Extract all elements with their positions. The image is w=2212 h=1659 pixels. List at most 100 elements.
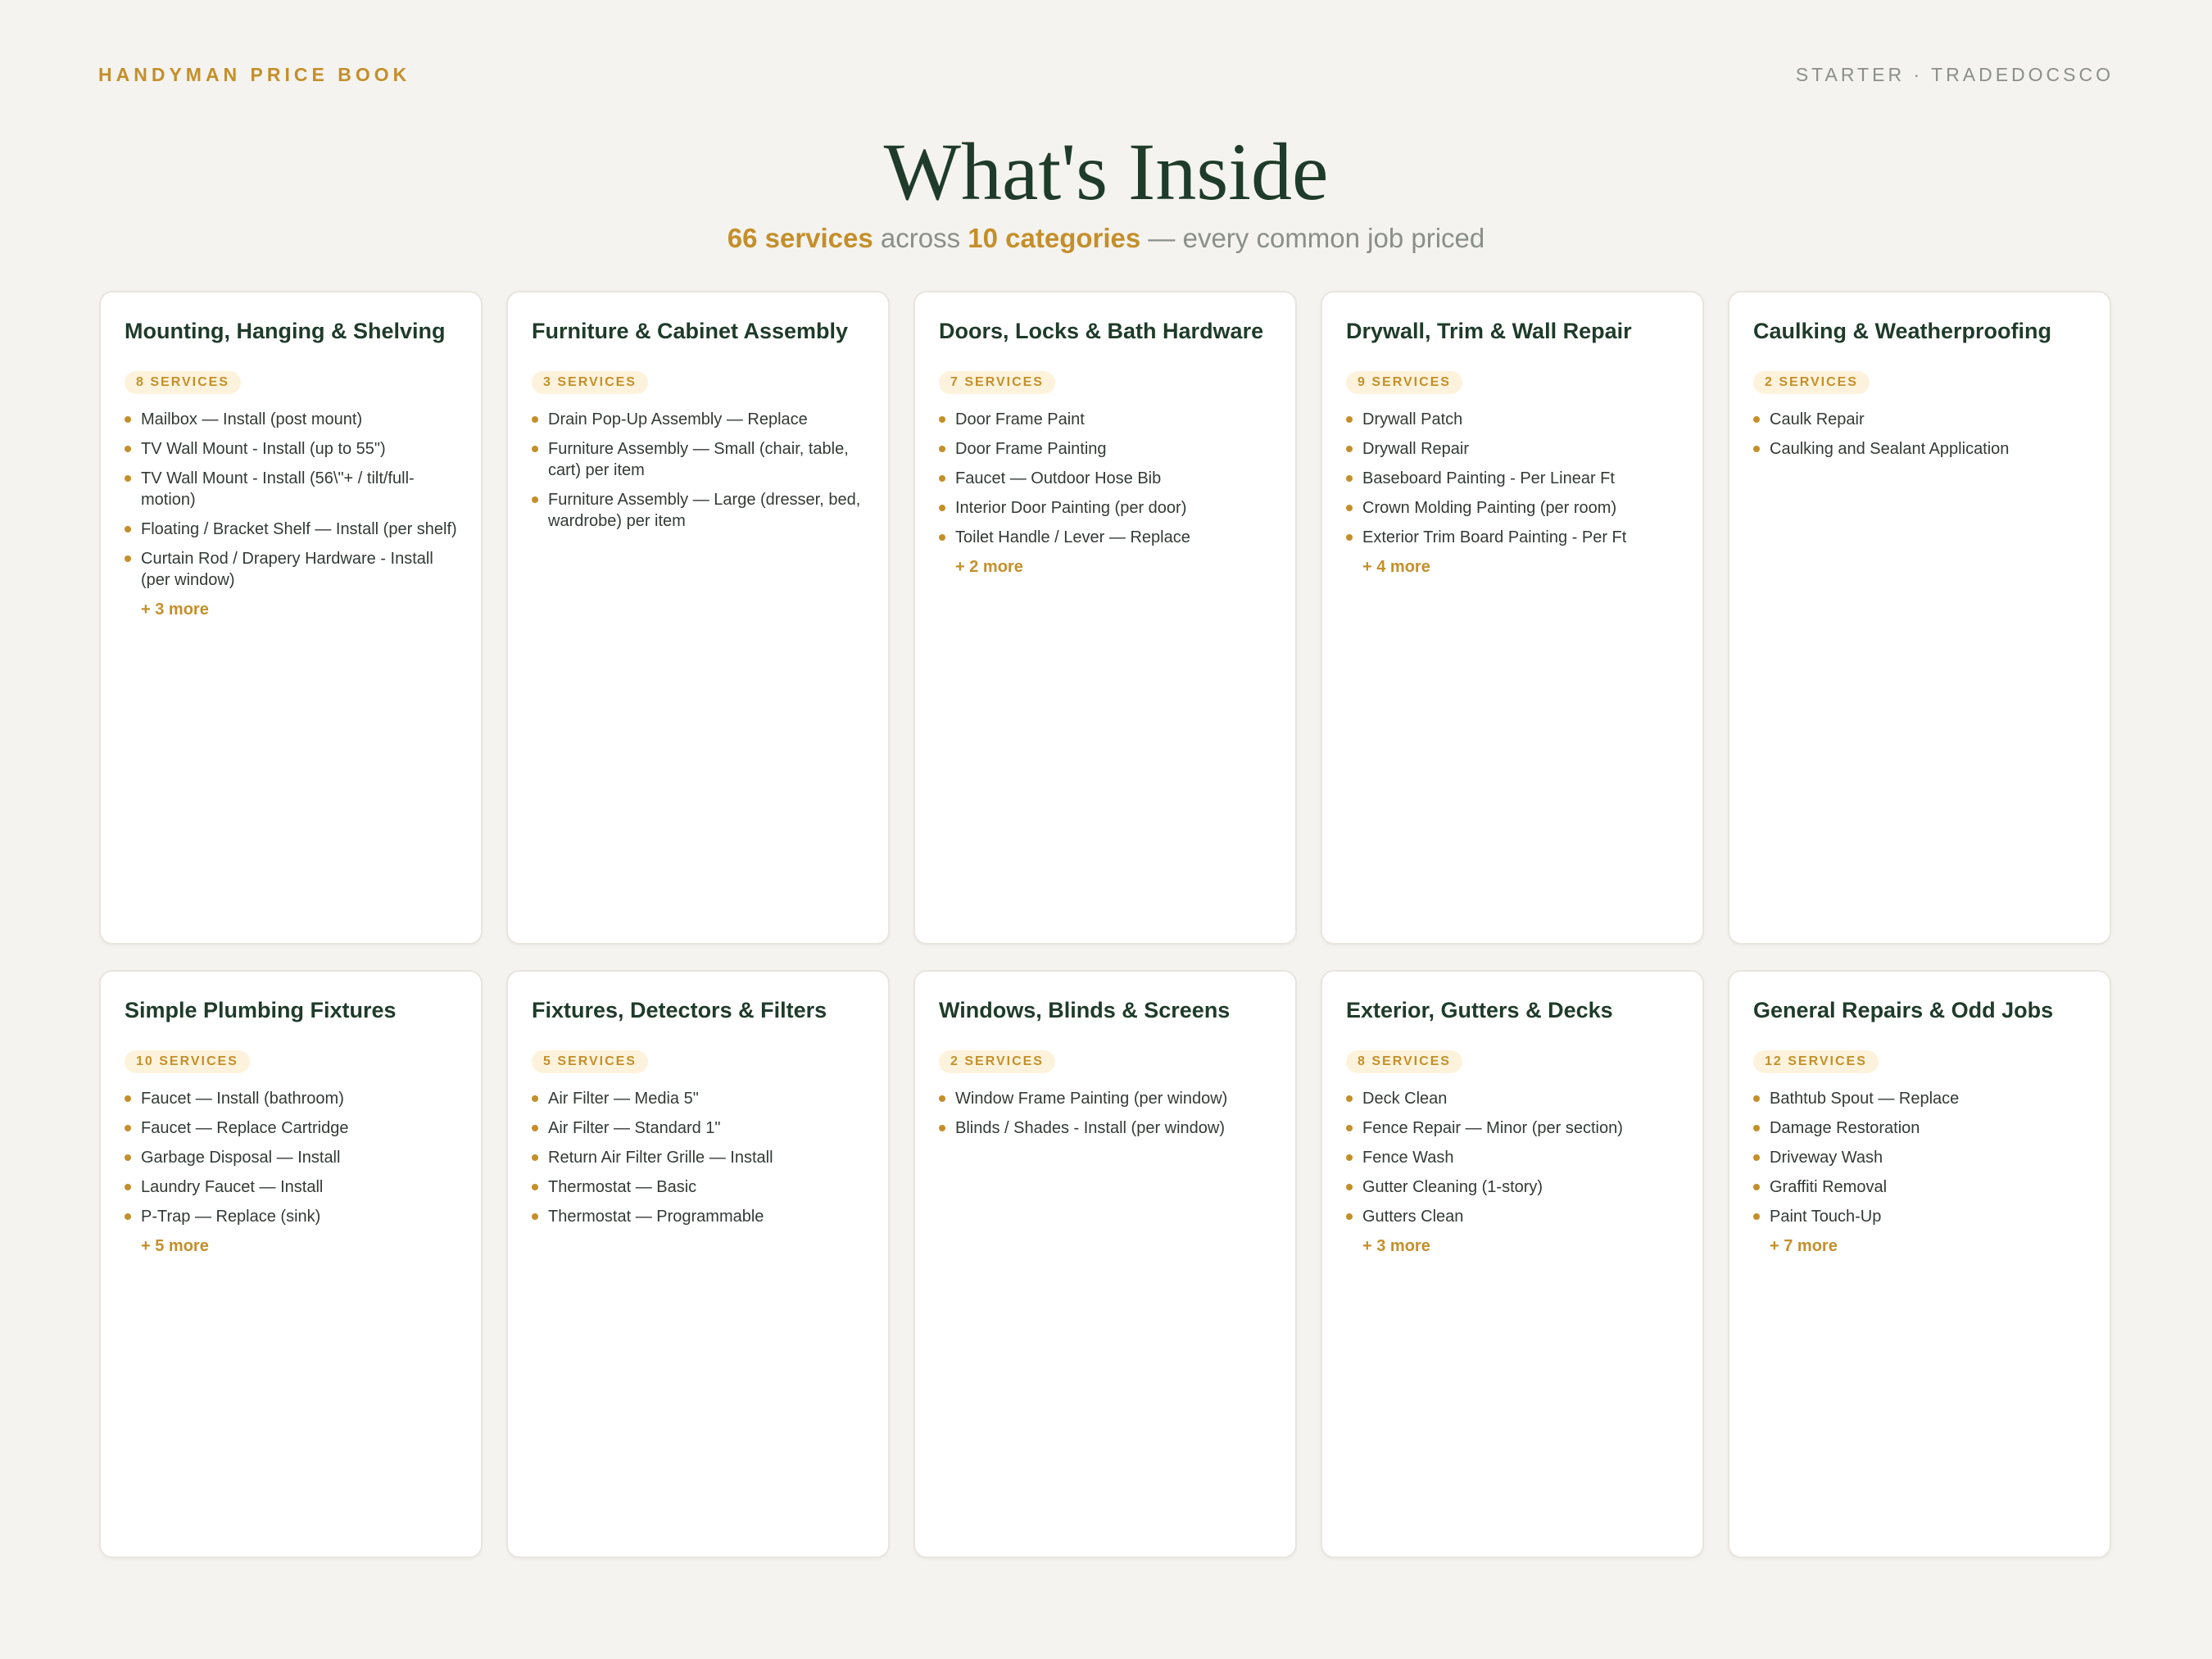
category-card: Drywall, Trim & Wall Repair 9 SERVICES Dry… bbox=[1321, 291, 1704, 945]
bullet-dot-icon bbox=[1753, 416, 1760, 423]
category-title: General Repairs & Odd Jobs bbox=[1753, 998, 2054, 1022]
bullet-dot-icon bbox=[532, 1184, 538, 1190]
service-name: Door Frame Paint bbox=[955, 410, 1085, 428]
service-name: Drain Pop-Up Assembly — Replace bbox=[548, 410, 808, 428]
service-list-item: Faucet — Install (bathroom) bbox=[125, 1088, 457, 1109]
bullet-dot-icon bbox=[532, 1095, 538, 1102]
bullet-dot-icon bbox=[939, 1095, 945, 1102]
bullet-dot-icon bbox=[939, 534, 945, 541]
bullet-dot-icon bbox=[532, 1125, 538, 1131]
bullet-dot-icon bbox=[1346, 416, 1353, 423]
category-title: Furniture & Cabinet Assembly bbox=[532, 319, 849, 343]
bullet-dot-icon bbox=[1346, 1213, 1353, 1220]
service-list-item: Furniture Assembly — Large (dresser, bed… bbox=[532, 489, 864, 532]
bullet-dot-icon bbox=[939, 446, 945, 452]
service-name: Fence Wash bbox=[1362, 1149, 1454, 1167]
bullet-dot-icon bbox=[1346, 534, 1353, 541]
service-list-item: Drain Pop-Up Assembly — Replace bbox=[532, 409, 864, 430]
category-card: Exterior, Gutters & Decks 8 SERVICES Deck … bbox=[1321, 970, 1704, 1558]
bullet-dot-icon bbox=[939, 475, 945, 482]
service-name: Crown Molding Painting (per room) bbox=[1362, 499, 1617, 517]
category-title: Doors, Locks & Bath Hardware bbox=[939, 319, 1264, 343]
category-card: Fixtures, Detectors & Filters 5 SERVICES A… bbox=[506, 970, 890, 1558]
bullet-dot-icon bbox=[125, 1125, 131, 1131]
more-services-link[interactable]: + 7 more bbox=[1753, 1235, 2086, 1257]
more-services-link[interactable]: + 2 more bbox=[939, 556, 1271, 578]
service-name: Thermostat — Basic bbox=[548, 1178, 697, 1196]
bullet-dot-icon bbox=[1346, 446, 1353, 452]
service-list: Drain Pop-Up Assembly — Replace Furniture… bbox=[532, 409, 864, 532]
service-name: Gutter Cleaning (1-story) bbox=[1362, 1178, 1543, 1196]
service-list: Faucet — Install (bathroom) Faucet — Repl… bbox=[125, 1088, 457, 1227]
service-name: Thermostat — Programmable bbox=[548, 1208, 764, 1226]
bullet-dot-icon bbox=[1346, 475, 1353, 482]
service-count-badge: 8 SERVICES bbox=[1346, 1050, 1462, 1073]
more-services-link[interactable]: + 4 more bbox=[1346, 556, 1679, 578]
service-list-item: Caulking and Sealant Application bbox=[1753, 438, 2086, 460]
service-name: Deck Clean bbox=[1362, 1090, 1448, 1108]
service-name: Caulking and Sealant Application bbox=[1770, 440, 2010, 458]
service-name: Gutters Clean bbox=[1362, 1208, 1464, 1226]
service-list-item: TV Wall Mount - Install (56\"+ / tilt/fu… bbox=[125, 468, 457, 510]
bullet-dot-icon bbox=[939, 416, 945, 423]
service-list-item: Driveway Wash bbox=[1753, 1147, 2086, 1168]
category-card: Doors, Locks & Bath Hardware 7 SERVICES Do… bbox=[913, 291, 1297, 945]
edition-label: STARTER · TRADEDOCSCO bbox=[1795, 64, 2114, 85]
service-list-item: Baseboard Painting - Per Linear Ft bbox=[1346, 468, 1679, 489]
service-list-item: P-Trap — Replace (sink) bbox=[125, 1206, 457, 1227]
bullet-dot-icon bbox=[532, 1154, 538, 1161]
bullet-dot-icon bbox=[125, 1154, 131, 1161]
service-name: Faucet — Outdoor Hose Bib bbox=[955, 469, 1162, 487]
bullet-dot-icon bbox=[1346, 1095, 1353, 1102]
subtitle-across: across bbox=[873, 223, 968, 253]
service-name: Air Filter — Media 5" bbox=[548, 1090, 699, 1108]
bullet-dot-icon bbox=[532, 1213, 538, 1220]
service-list-item: Caulk Repair bbox=[1753, 409, 2086, 430]
service-name: Toilet Handle / Lever — Replace bbox=[955, 528, 1190, 546]
service-list-item: Laundry Faucet — Install bbox=[125, 1176, 457, 1198]
service-list-item: Damage Restoration bbox=[1753, 1117, 2086, 1139]
service-list: Mailbox — Install (post mount) TV Wall Mo… bbox=[125, 409, 457, 591]
more-services-link[interactable]: + 3 more bbox=[1346, 1235, 1679, 1257]
bullet-dot-icon bbox=[1753, 446, 1760, 452]
bullet-dot-icon bbox=[939, 1125, 945, 1131]
bullet-dot-icon bbox=[125, 555, 131, 562]
category-grid: Mounting, Hanging & Shelving 8 SERVICES Ma… bbox=[99, 291, 2113, 1558]
bullet-dot-icon bbox=[1753, 1125, 1760, 1131]
category-title: Windows, Blinds & Screens bbox=[939, 998, 1231, 1022]
category-title: Caulking & Weatherproofing bbox=[1753, 319, 2052, 343]
service-list-item: Air Filter — Standard 1" bbox=[532, 1117, 864, 1139]
service-name: Drywall Repair bbox=[1362, 440, 1470, 458]
service-list-item: Faucet — Replace Cartridge bbox=[125, 1117, 457, 1139]
service-name: Curtain Rod / Drapery Hardware - Install… bbox=[141, 550, 433, 589]
service-name: Laundry Faucet — Install bbox=[141, 1178, 324, 1196]
service-name: Graffiti Removal bbox=[1770, 1178, 1888, 1196]
more-services-link[interactable]: + 3 more bbox=[125, 599, 457, 620]
service-list-item: Door Frame Painting bbox=[939, 438, 1271, 460]
service-name: Furniture Assembly — Large (dresser, bed… bbox=[548, 491, 861, 530]
service-count-badge: 10 SERVICES bbox=[125, 1050, 250, 1073]
service-count-badge: 8 SERVICES bbox=[125, 371, 241, 394]
service-list-item: Curtain Rod / Drapery Hardware - Install… bbox=[125, 548, 457, 591]
bullet-dot-icon bbox=[125, 526, 131, 533]
service-list: Window Frame Painting (per window) Blinds… bbox=[939, 1088, 1271, 1139]
service-name: P-Trap — Replace (sink) bbox=[141, 1208, 321, 1226]
bullet-dot-icon bbox=[125, 1184, 131, 1190]
bullet-dot-icon bbox=[1753, 1184, 1760, 1190]
category-title: Simple Plumbing Fixtures bbox=[125, 998, 397, 1022]
page-subtitle: 66 services across 10 categories — every… bbox=[0, 223, 2212, 254]
service-name: Damage Restoration bbox=[1770, 1119, 1920, 1137]
service-name: Faucet — Replace Cartridge bbox=[141, 1119, 349, 1137]
service-list-item: Blinds / Shades - Install (per window) bbox=[939, 1117, 1271, 1139]
service-list-item: Furniture Assembly — Small (chair, table… bbox=[532, 438, 864, 481]
more-services-link[interactable]: + 5 more bbox=[125, 1235, 457, 1257]
service-list: Door Frame Paint Door Frame Painting Fauce… bbox=[939, 409, 1271, 548]
service-name: Baseboard Painting - Per Linear Ft bbox=[1362, 469, 1615, 487]
service-count-badge: 5 SERVICES bbox=[532, 1050, 648, 1073]
service-list-item: TV Wall Mount - Install (up to 55") bbox=[125, 438, 457, 460]
service-name: Interior Door Painting (per door) bbox=[955, 499, 1187, 517]
service-name: Caulk Repair bbox=[1770, 410, 1865, 428]
bullet-dot-icon bbox=[1753, 1213, 1760, 1220]
bullet-dot-icon bbox=[532, 496, 538, 503]
bullet-dot-icon bbox=[1346, 505, 1353, 511]
